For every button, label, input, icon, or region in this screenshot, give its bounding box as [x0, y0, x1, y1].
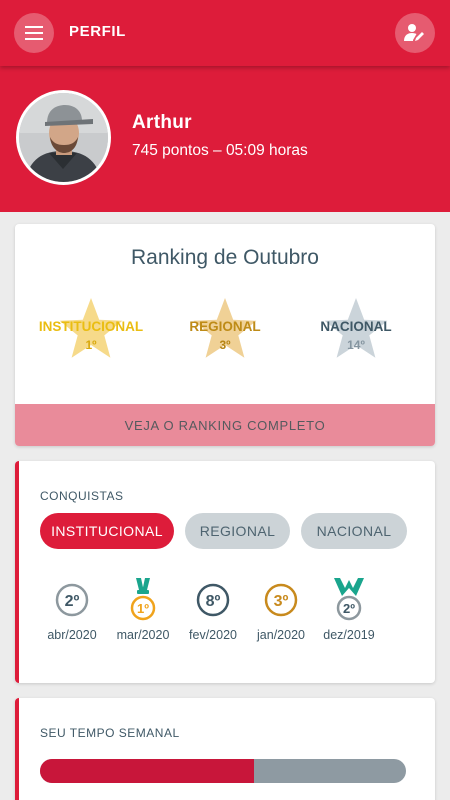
medal-icon: 3º	[264, 583, 298, 617]
app-bar: PERFIL	[0, 0, 450, 66]
ranking-scope-label: INSTITUCIONAL	[38, 319, 144, 334]
medal-icon: 2º	[55, 583, 89, 617]
section-label-conquistas: CONQUISTAS	[40, 489, 124, 503]
avatar	[16, 90, 111, 185]
weekly-time-progress-bar	[40, 759, 406, 783]
medal-rank: 1º	[137, 601, 149, 616]
medal-item: 1º mar/2020	[103, 578, 183, 648]
hamburger-menu-icon	[25, 26, 43, 40]
ranking-title: Ranking de Outubro	[131, 246, 319, 269]
tab-institucional[interactable]: INSTITUCIONAL	[40, 513, 174, 549]
tab-regional[interactable]: REGIONAL	[185, 513, 290, 549]
ranking-regional: REGIONAL 3º	[155, 296, 295, 368]
user-name: Arthur	[132, 112, 192, 133]
full-ranking-button[interactable]: VEJA O RANKING COMPLETO	[15, 404, 435, 446]
edit-profile-button[interactable]	[395, 13, 435, 53]
medal-rank: 2º	[65, 593, 80, 610]
user-photo	[19, 93, 108, 182]
ranking-institucional: INSTITUCIONAL 1º	[21, 296, 161, 368]
weekly-time-progress-fill	[40, 759, 255, 783]
menu-button[interactable]	[14, 13, 54, 53]
profile-header: Arthur 745 pontos – 05:09 horas	[0, 66, 450, 212]
medal-rank: 3º	[274, 593, 289, 610]
medal-item: 2º dez/2019	[309, 578, 389, 648]
ranking-position: 1º	[85, 338, 97, 352]
ranking-card: Ranking de Outubro INSTITUCIONAL 1º REGI…	[15, 224, 435, 446]
ranking-scope-label: NACIONAL	[320, 319, 392, 334]
medal-rank: 2º	[343, 601, 355, 616]
medal-ribbon-icon: 2º	[334, 578, 364, 621]
ranking-position: 14º	[347, 338, 365, 352]
medal-date: abr/2020	[47, 628, 97, 642]
ranking-position: 3º	[219, 338, 231, 352]
ranking-scope-label: REGIONAL	[189, 319, 261, 334]
user-points-hours: 745 pontos – 05:09 horas	[132, 142, 308, 159]
achievements-card: CONQUISTAS INSTITUCIONAL REGIONAL NACION…	[15, 461, 435, 683]
medal-icon: 8º	[196, 583, 230, 617]
section-label-tempo: SEU TEMPO SEMANAL	[40, 726, 180, 740]
medal-ribbon-icon: 1º	[130, 578, 156, 621]
ranking-nacional: NACIONAL 14º	[286, 296, 426, 368]
page-title: PERFIL	[69, 23, 126, 40]
medal-date: mar/2020	[116, 628, 170, 642]
edit-profile-icon	[404, 24, 424, 41]
tab-nacional[interactable]: NACIONAL	[301, 513, 407, 549]
medal-date: dez/2019	[323, 628, 375, 642]
weekly-time-card: SEU TEMPO SEMANAL	[15, 698, 435, 800]
medal-item: 2º abr/2020	[32, 578, 112, 648]
medal-rank: 8º	[206, 593, 221, 610]
